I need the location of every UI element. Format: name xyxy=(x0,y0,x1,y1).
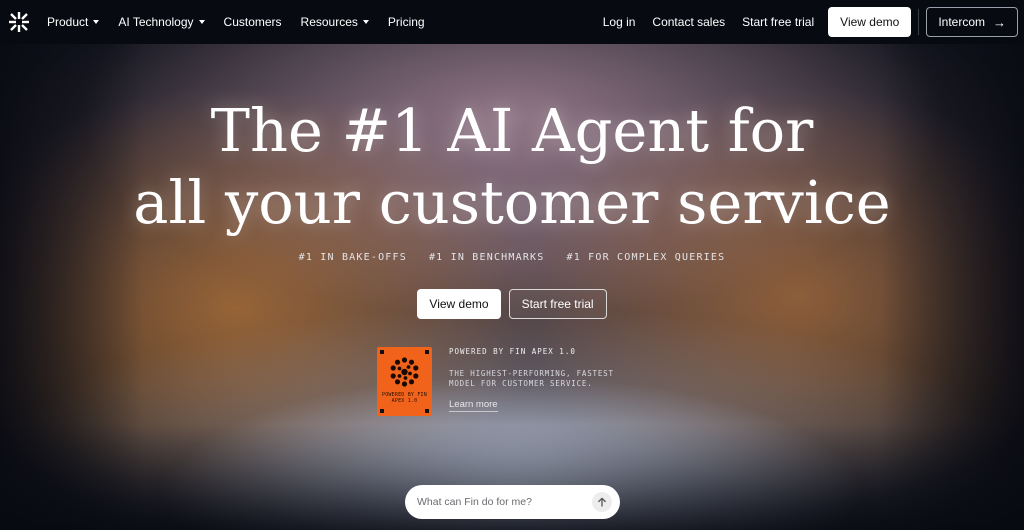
hero-vignette xyxy=(0,0,1024,530)
nav-actions: Log in Contact sales Start free trial Vi… xyxy=(603,0,1018,44)
card-corner-mark xyxy=(380,409,384,413)
arrow-right-icon: → xyxy=(993,14,1006,30)
fin-apex-logo-icon xyxy=(390,357,419,387)
view-demo-label: View demo xyxy=(840,15,900,29)
fin-apex-info: POWERED BY FIN APEX 1.0 THE HIGHEST-PERF… xyxy=(449,347,649,412)
fin-apex-card: POWERED BY FIN APEX 1.0 xyxy=(377,347,432,416)
nav-item-label: Pricing xyxy=(387,15,425,29)
hero-start-trial-button[interactable]: Start free trial xyxy=(508,289,607,319)
hero-title-line1: The #1 AI Agent for xyxy=(210,96,814,165)
learn-more-link[interactable]: Learn more xyxy=(449,399,498,412)
nav-item-customers[interactable]: Customers xyxy=(224,15,282,29)
nav-item-label: AI Technology xyxy=(118,15,194,29)
caret-down-icon xyxy=(198,20,205,24)
hero-view-demo-button[interactable]: View demo xyxy=(417,289,501,319)
view-demo-button[interactable]: View demo xyxy=(828,7,912,37)
ask-fin-input[interactable] xyxy=(417,496,577,508)
nav-menu: Product AI Technology Customers Resource… xyxy=(47,0,444,44)
nav-item-product[interactable]: Product xyxy=(47,15,100,29)
hero-start-trial-label: Start free trial xyxy=(521,297,594,311)
fin-apex-description: THE HIGHEST-PERFORMING, FASTEST MODEL FO… xyxy=(449,369,614,388)
caret-down-icon xyxy=(93,20,100,24)
badge-complex-queries: #1 FOR COMPLEX QUERIES xyxy=(566,252,726,263)
top-nav: Product AI Technology Customers Resource… xyxy=(0,0,1024,44)
card-corner-mark xyxy=(425,350,429,354)
login-link[interactable]: Log in xyxy=(603,15,636,29)
ask-fin-search-bar xyxy=(405,485,620,519)
hero-buttons: View demo Start free trial xyxy=(0,289,1024,319)
badge-benchmarks: #1 IN BENCHMARKS xyxy=(428,252,545,263)
nav-item-ai-technology[interactable]: AI Technology xyxy=(118,15,205,29)
fin-apex-title: POWERED BY FIN APEX 1.0 xyxy=(449,347,576,356)
card-corner-mark xyxy=(380,350,384,354)
caret-down-icon xyxy=(362,20,369,24)
intercom-button[interactable]: Intercom → xyxy=(926,7,1018,37)
nav-item-label: Product xyxy=(47,15,89,29)
intercom-label: Intercom xyxy=(938,15,985,29)
nav-item-label: Resources xyxy=(300,15,358,29)
intercom-logo-icon[interactable] xyxy=(8,11,30,33)
nav-divider xyxy=(918,9,920,35)
nav-item-pricing[interactable]: Pricing xyxy=(388,15,425,29)
send-button[interactable] xyxy=(592,492,612,512)
contact-sales-link[interactable]: Contact sales xyxy=(652,15,725,29)
hero-title-line2: all your customer service xyxy=(133,168,891,237)
nav-item-label: Customers xyxy=(223,15,282,29)
arrow-up-icon xyxy=(598,497,606,507)
hero-badges: #1 IN BAKE-OFFS #1 IN BENCHMARKS #1 FOR … xyxy=(0,252,1024,263)
nav-item-resources[interactable]: Resources xyxy=(301,15,369,29)
badge-bake-offs: #1 IN BAKE-OFFS xyxy=(298,252,407,263)
start-trial-link[interactable]: Start free trial xyxy=(742,15,814,29)
fin-apex-card-text: POWERED BY FIN APEX 1.0 xyxy=(382,392,427,404)
hero-title: The #1 AI Agent for all your customer se… xyxy=(0,95,1024,239)
card-corner-mark xyxy=(425,409,429,413)
hero-view-demo-label: View demo xyxy=(429,297,489,311)
